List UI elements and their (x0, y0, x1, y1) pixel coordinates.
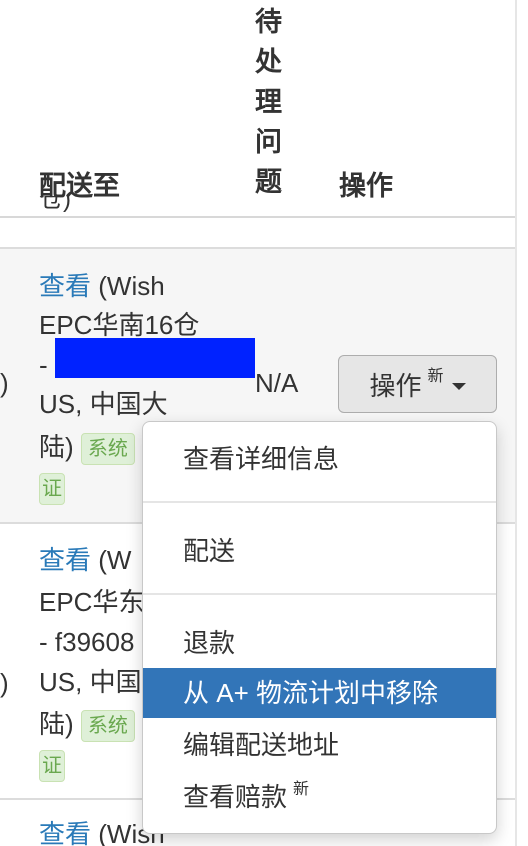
ship-to-line-4: US, 中国 (39, 667, 142, 697)
menu-item-view-claims[interactable]: 查看赔款新 (143, 772, 496, 822)
pending-issues-value: N/A (255, 368, 299, 398)
prev-column-paren: ) (0, 668, 9, 698)
caret-down-icon (451, 382, 466, 390)
ship-to-line-2: EPC华东 (39, 587, 145, 617)
badge-continuation: 证 (39, 744, 65, 784)
new-tag: 新 (427, 368, 444, 385)
view-link[interactable]: 查看 (39, 819, 91, 846)
actions-dropdown-menu: 查看详细信息 配送 退款 从 A+ 物流计划中移除 编辑配送地址 查看赔款新 (142, 421, 497, 834)
menu-divider (143, 593, 496, 595)
menu-item-ship[interactable]: 配送 (143, 526, 496, 576)
clipped-previous-row-text: 仓) (39, 196, 71, 213)
ship-to-line-4: US, 中国大 (39, 389, 168, 419)
menu-item-edit-address[interactable]: 编辑配送地址 (143, 720, 496, 770)
view-link[interactable]: 查看 (39, 271, 91, 301)
menu-item-view-details[interactable]: 查看详细信息 (143, 434, 496, 484)
menu-item-refund[interactable]: 退款 (143, 618, 496, 668)
prev-column-paren: ) (0, 368, 9, 398)
status-badge: 系统 (80, 710, 135, 743)
ship-to-line-3: - f39608 (39, 627, 135, 657)
ship-to-line-1: 查看 (Wish (39, 271, 165, 301)
ship-to-line-5: 陆) 系统 (39, 704, 135, 744)
ship-to-line-5: 陆) 系统 (39, 427, 135, 467)
actions-dropdown-button[interactable]: 操作新 (338, 355, 497, 413)
menu-item-remove-from-aplus[interactable]: 从 A+ 物流计划中移除 (143, 668, 496, 718)
ship-to-line-3: - (39, 350, 48, 380)
column-header-pending-issues: 待 处 理 问 题 (255, 7, 282, 197)
ship-to-line-1: 查看 (W (39, 545, 132, 575)
row-divider (0, 247, 515, 249)
status-badge: 系统 (80, 433, 135, 466)
menu-divider (143, 501, 496, 503)
header-divider (0, 216, 515, 218)
table-right-border (515, 0, 517, 846)
column-header-actions: 操作 (339, 171, 393, 201)
new-tag: 新 (293, 781, 310, 798)
view-link[interactable]: 查看 (39, 545, 91, 575)
badge-continuation: 证 (39, 467, 65, 507)
redacted-block (55, 338, 255, 378)
